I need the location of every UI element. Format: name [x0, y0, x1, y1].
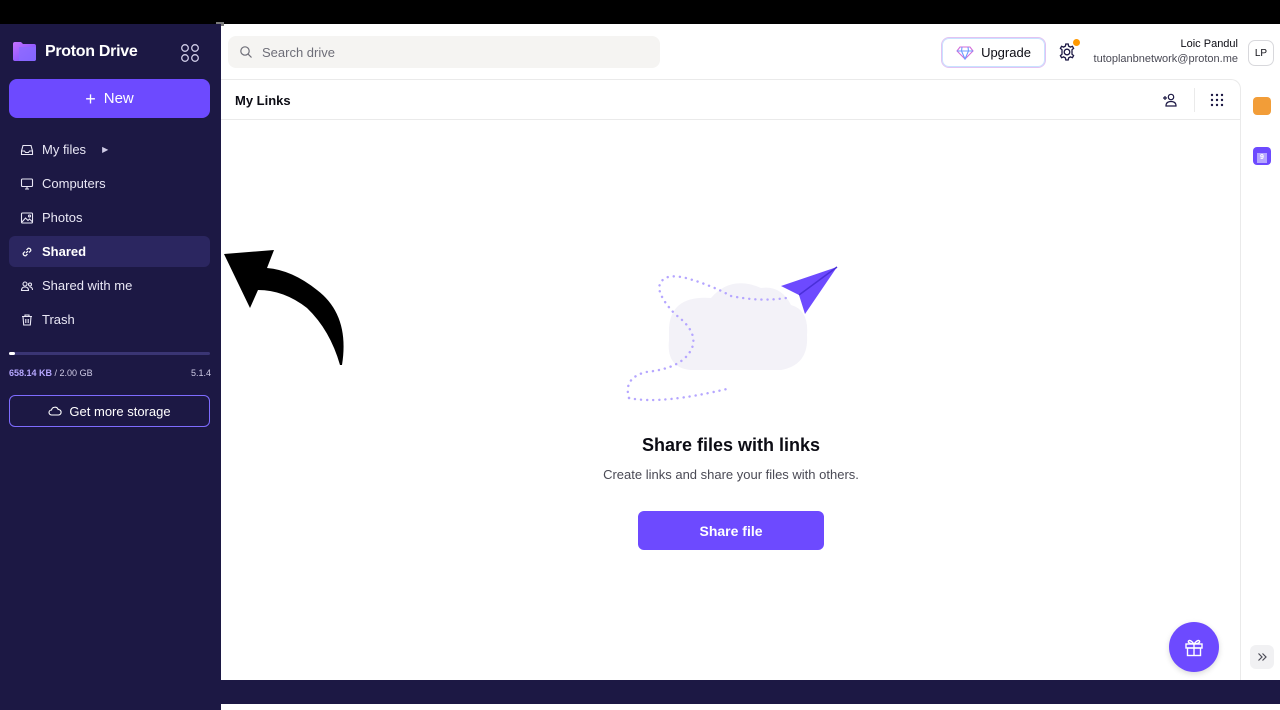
new-button-label: New: [103, 90, 134, 107]
grid-view-icon[interactable]: [1208, 91, 1226, 109]
storage-used: 658.14 KB: [9, 368, 53, 378]
gift-button[interactable]: [1169, 622, 1219, 672]
trash-icon: [22, 313, 32, 326]
expand-sidebar-button[interactable]: [1250, 645, 1274, 669]
sidebar-item-label: Trash: [42, 312, 75, 327]
cloud-icon: [48, 406, 63, 416]
get-more-storage-button[interactable]: Get more storage: [9, 395, 210, 427]
sidebar-item-label: Computers: [42, 176, 106, 191]
sidebar-item-shared-with-me[interactable]: Shared with me: [9, 270, 210, 301]
gift-icon: [1185, 639, 1203, 657]
storage-usage: 658.14 KB / 2.00 GB: [9, 368, 93, 378]
sidebar-nav: My files ▶ Computers Photos Shared Share…: [9, 134, 210, 338]
monitor-icon: [20, 177, 34, 190]
search-icon: [240, 46, 252, 58]
toolbar-divider: [1194, 88, 1195, 112]
sidebar-item-my-files[interactable]: My files ▶: [9, 134, 210, 165]
sidebar-item-trash[interactable]: Trash: [9, 304, 210, 335]
storage-progress-fill: [9, 352, 15, 355]
sidebar-item-computers[interactable]: Computers: [9, 168, 210, 199]
main-panel: My Links Share files with links Create l…: [221, 79, 1241, 680]
storage-progress-bar: [9, 352, 210, 355]
new-button[interactable]: + New: [9, 79, 210, 118]
storage-total: / 2.00 GB: [54, 368, 93, 378]
upgrade-label: Upgrade: [981, 45, 1031, 60]
diamond-icon: [956, 45, 974, 60]
users-icon: [20, 280, 34, 291]
toolbar: My Links: [221, 80, 1240, 120]
share-links-illustration: [626, 266, 838, 402]
bottom-bar: [221, 680, 1280, 704]
calendar-day: 9: [1257, 153, 1267, 163]
app-logo[interactable]: Proton Drive: [12, 41, 138, 62]
avatar[interactable]: LP: [1248, 40, 1274, 66]
image-icon: [20, 211, 34, 224]
plus-icon: +: [85, 88, 96, 109]
sidebar-item-label: Photos: [42, 210, 83, 225]
app-name: Proton Drive: [45, 42, 138, 60]
upgrade-button[interactable]: Upgrade: [941, 37, 1046, 68]
notification-dot: [1073, 39, 1080, 46]
sidebar-item-label: Shared: [42, 244, 87, 259]
bottom-strip: [221, 704, 1280, 710]
proton-drive-logo-icon: [13, 42, 36, 61]
contacts-app-icon[interactable]: [1253, 97, 1271, 115]
caret-right-icon[interactable]: ▶: [102, 145, 108, 154]
calendar-app-icon[interactable]: 9: [1253, 147, 1271, 165]
empty-state-subtitle: Create links and share your files with o…: [603, 467, 859, 482]
user-name[interactable]: Loic Pandul: [1181, 38, 1239, 50]
sidebar: Proton Drive + New My files ▶ Computers …: [0, 24, 221, 710]
link-icon: [22, 247, 32, 256]
sidebar-item-shared[interactable]: Shared: [9, 236, 210, 267]
get-more-storage-label: Get more storage: [69, 403, 171, 419]
sidebar-item-label: My files: [42, 142, 87, 157]
top-bar: [0, 0, 1280, 26]
inbox-icon: [20, 144, 34, 155]
app-switcher-icon[interactable]: [180, 43, 200, 63]
empty-state-title: Share files with links: [641, 435, 821, 455]
user-email[interactable]: tutoplanbnetwork@proton.me: [1094, 53, 1238, 65]
search-input[interactable]: [262, 44, 642, 60]
share-file-button[interactable]: Share file: [638, 511, 824, 550]
app-version: 5.1.4: [191, 368, 212, 378]
sidebar-item-label: Shared with me: [42, 278, 133, 293]
sidebar-item-photos[interactable]: Photos: [9, 202, 210, 233]
add-user-icon[interactable]: [1161, 91, 1179, 109]
page-title: My Links: [235, 93, 291, 108]
annotation-arrow-icon: [224, 250, 344, 365]
search-bar[interactable]: [228, 36, 660, 68]
chevrons-right-icon: [1258, 653, 1267, 661]
